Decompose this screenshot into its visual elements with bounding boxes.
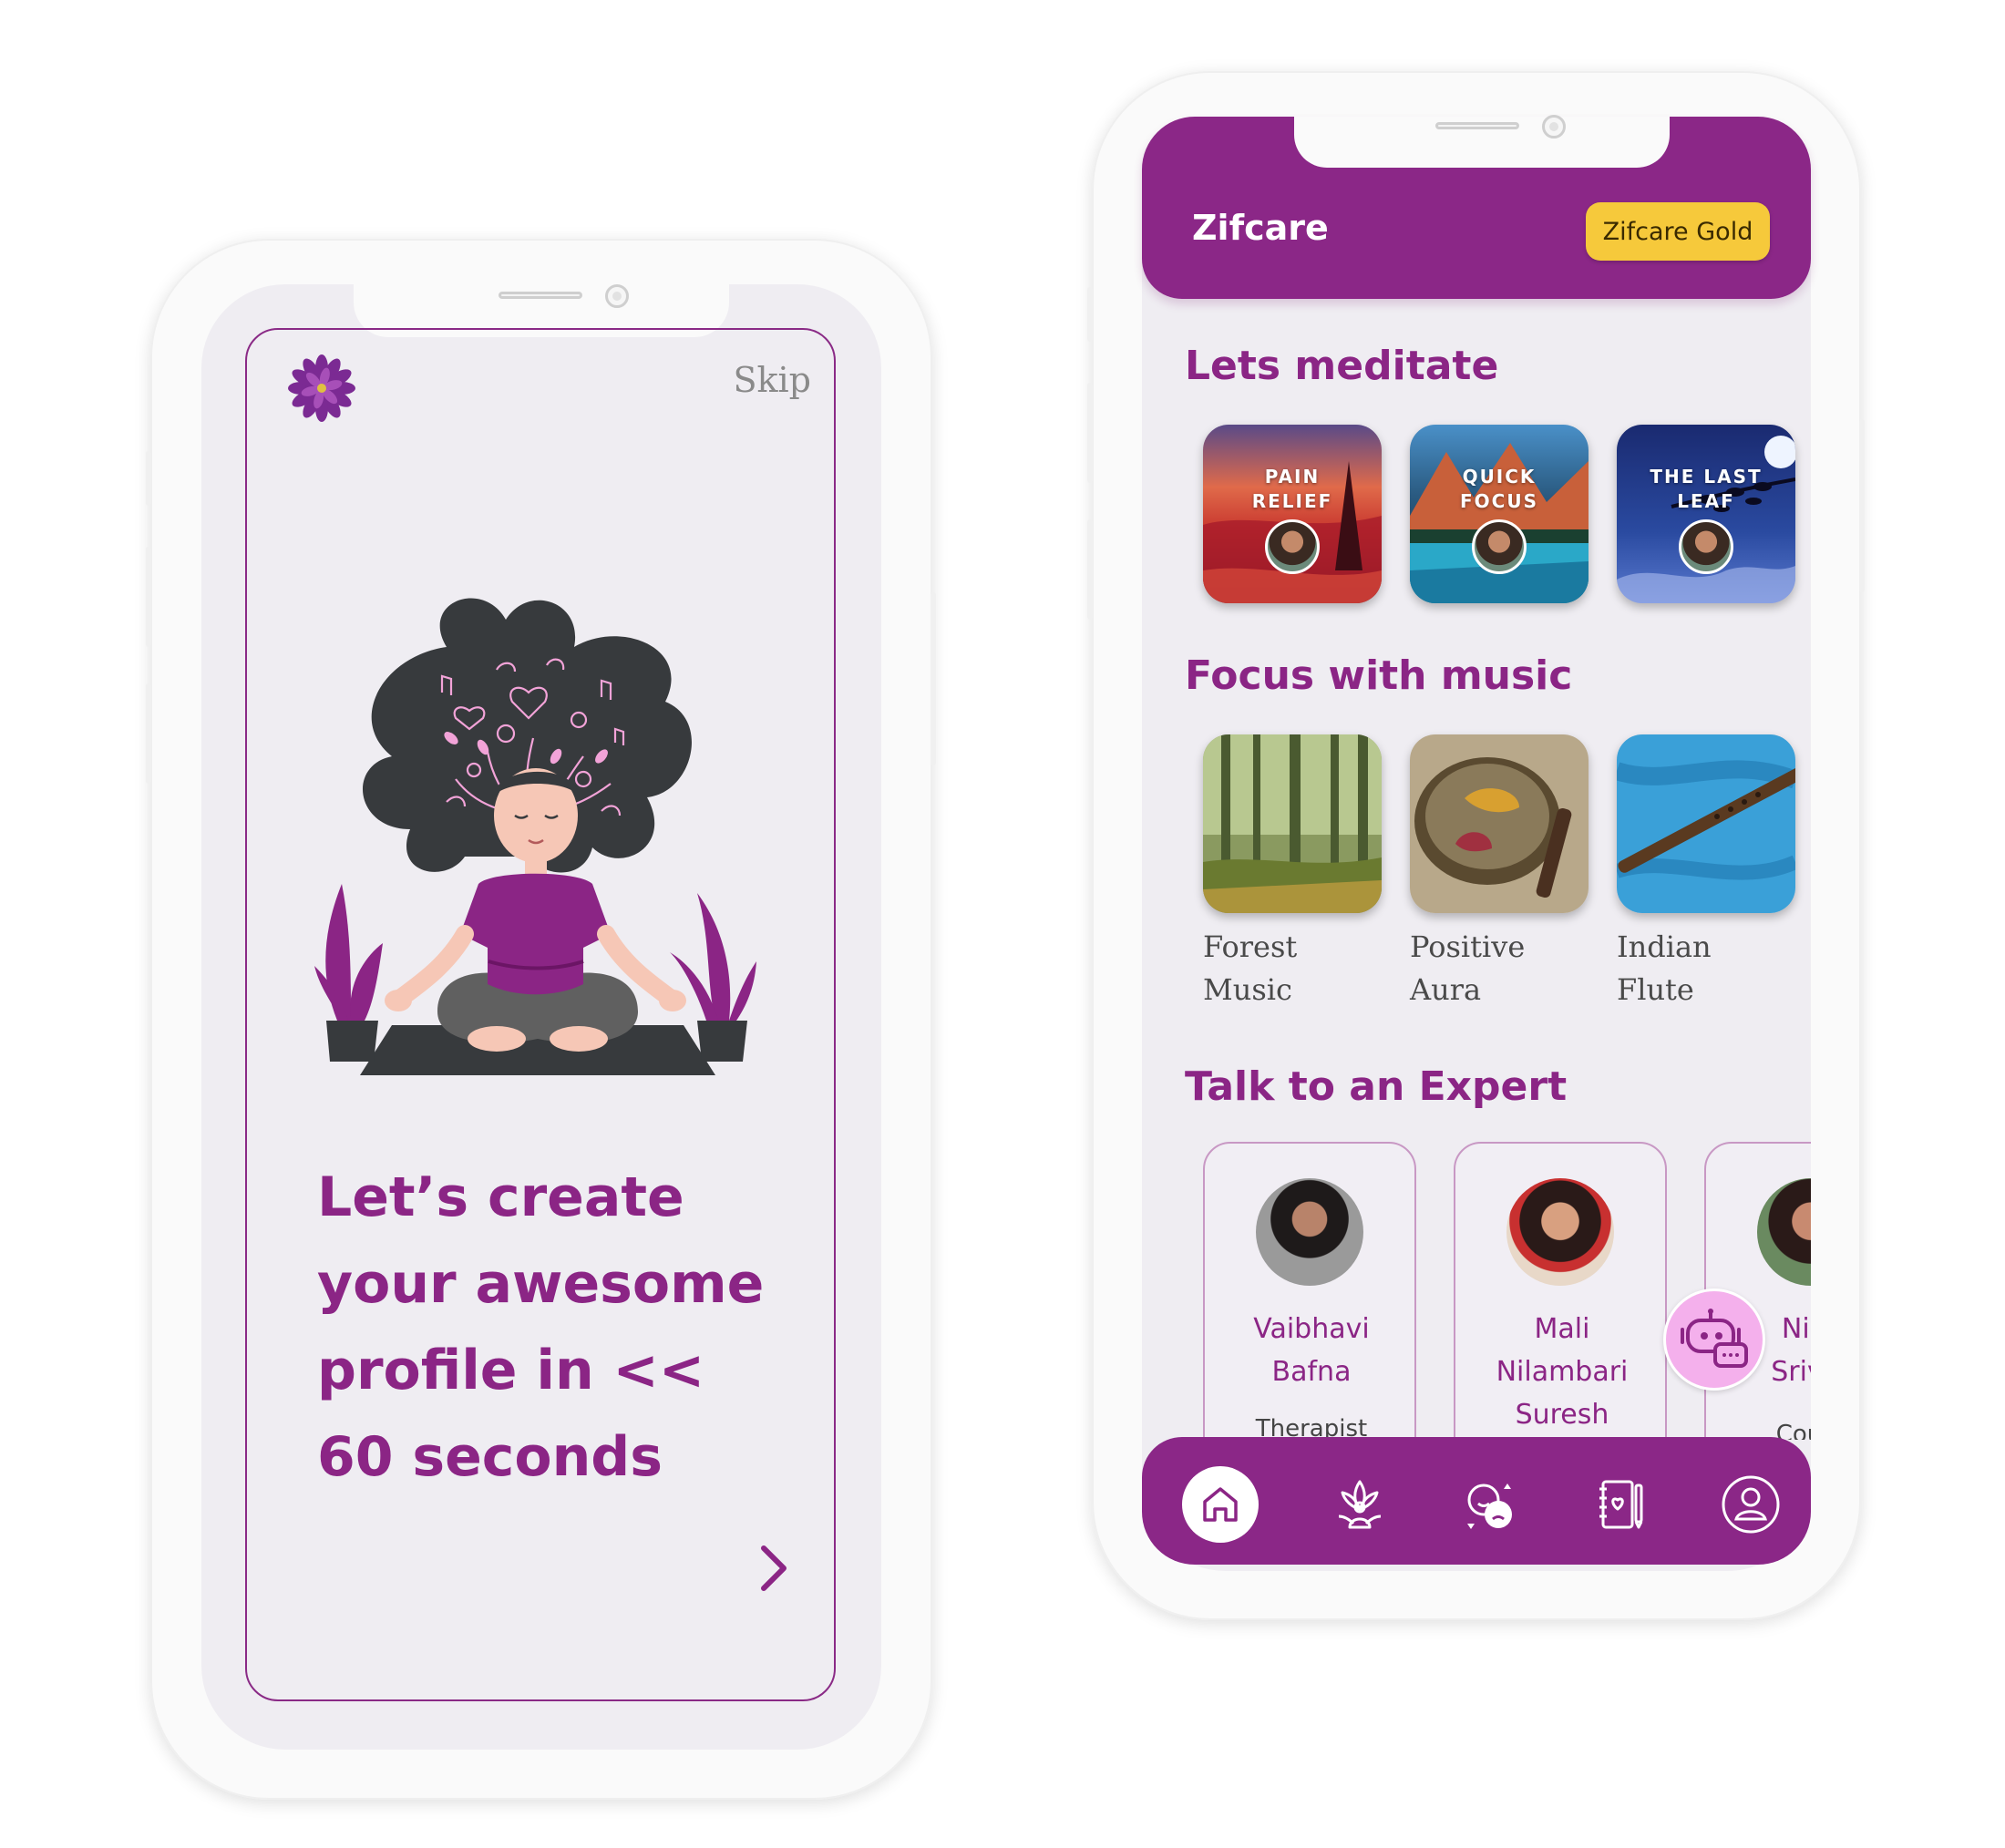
- phone-side-button: [1087, 287, 1093, 342]
- meditation-card[interactable]: QUICK FOCUS: [1410, 425, 1589, 603]
- expert-name: Vaibhavi Bafna: [1205, 1308, 1418, 1393]
- phone-side-button: [146, 547, 151, 647]
- expert-name-line: Suresh: [1515, 1399, 1609, 1431]
- music-card-flute[interactable]: [1617, 734, 1795, 913]
- music-title-line: Positive: [1410, 929, 1526, 964]
- purple-flower-logo: [288, 354, 355, 422]
- expert-card[interactable]: Vaibhavi Bafna Therapist: [1203, 1142, 1416, 1440]
- meditation-card[interactable]: THE LAST LEAF: [1617, 425, 1795, 603]
- avatar: [1679, 519, 1733, 574]
- nav-mood[interactable]: [1452, 1466, 1528, 1543]
- meditating-woman-illustration: [314, 598, 756, 1075]
- music-title-line: Music: [1203, 972, 1292, 1007]
- flute-image: [1617, 734, 1795, 913]
- music-card-forest[interactable]: [1203, 734, 1382, 913]
- music-title: Forest Music: [1203, 926, 1382, 1011]
- avatar: [1506, 1178, 1614, 1286]
- phone-camera: [1542, 115, 1566, 139]
- avatar: [1757, 1178, 1811, 1286]
- quick-focus-image: [1410, 425, 1589, 603]
- phone-side-button: [1087, 519, 1093, 620]
- music-title-line: Forest: [1203, 929, 1298, 964]
- expert-role: Therapist: [1255, 1415, 1368, 1440]
- phone-side-button: [1859, 419, 1865, 592]
- expert-carousel[interactable]: Vaibhavi Bafna Therapist Mali Nilambari …: [1142, 1130, 1811, 1440]
- chatbot-icon: [1681, 1309, 1748, 1368]
- expert-card[interactable]: Mali Nilambari Suresh: [1454, 1142, 1667, 1440]
- phone-side-button: [931, 592, 936, 765]
- pain-relief-image: [1203, 425, 1382, 603]
- section-title-meditate: Lets meditate: [1185, 343, 1499, 389]
- phone-speaker: [499, 292, 582, 299]
- expert-name-line: Bafna: [1271, 1356, 1352, 1388]
- nav-home[interactable]: [1182, 1466, 1259, 1543]
- onboarding-headline: Let’s create your awesome profile in << …: [317, 1155, 791, 1501]
- chatbot-button[interactable]: [1663, 1288, 1765, 1391]
- music-title: Positive Aura: [1410, 926, 1589, 1011]
- phone-camera: [605, 284, 629, 308]
- card-title: THE LAST LEAF: [1617, 465, 1795, 514]
- section-title-music: Focus with music: [1185, 652, 1573, 699]
- music-card-aura[interactable]: [1410, 734, 1589, 913]
- meditation-card[interactable]: PAIN RELIEF: [1203, 425, 1382, 603]
- music-title-line: Indian Flute: [1617, 929, 1712, 1007]
- zifcare-gold-button[interactable]: Zifcare Gold: [1586, 202, 1770, 261]
- expert-name-line: Srivas: [1771, 1356, 1811, 1388]
- expert-name-line: Mali: [1534, 1313, 1590, 1345]
- phone-speaker: [1435, 122, 1519, 129]
- headline-line: Let’s create: [317, 1165, 684, 1229]
- expert-name-line: Nilambari: [1496, 1356, 1629, 1388]
- card-title-line: FOCUS: [1460, 490, 1538, 512]
- profile-icon: [1722, 1475, 1780, 1534]
- avatar: [1256, 1178, 1363, 1286]
- card-title-line: LEAF: [1677, 490, 1735, 512]
- music-title-line: Aura: [1410, 972, 1482, 1007]
- nav-meditate[interactable]: [1321, 1466, 1398, 1543]
- forest-image: [1203, 734, 1382, 913]
- the-last-leaf-image: [1617, 425, 1795, 603]
- music-title: Indian Flute: [1617, 926, 1795, 1011]
- card-title-line: RELIEF: [1251, 490, 1333, 512]
- headline-line: profile in <<: [317, 1339, 705, 1402]
- avatar: [1265, 519, 1320, 574]
- headline-line: your awesome: [317, 1252, 765, 1316]
- expert-name: Mali Nilambari Suresh: [1455, 1308, 1669, 1436]
- singing-bowl-image: [1410, 734, 1589, 913]
- mood-icon: [1467, 1484, 1512, 1529]
- nav-journal[interactable]: [1582, 1466, 1659, 1543]
- expert-name-line: Vaibhavi: [1253, 1313, 1370, 1345]
- card-title-line: PAIN: [1264, 466, 1321, 488]
- nav-profile[interactable]: [1712, 1466, 1789, 1543]
- phone-side-button: [146, 451, 151, 506]
- home-icon: [1203, 1487, 1238, 1522]
- phone-side-button: [146, 683, 151, 784]
- skip-button[interactable]: Skip: [702, 360, 811, 400]
- section-title-expert: Talk to an Expert: [1185, 1063, 1568, 1110]
- headline-line: 60 seconds: [317, 1425, 663, 1489]
- card-title-line: QUICK: [1462, 466, 1537, 488]
- app-title: Zifcare: [1192, 208, 1329, 248]
- card-title: QUICK FOCUS: [1410, 465, 1589, 514]
- lotus-meditation-icon: [1338, 1480, 1382, 1529]
- chevron-right-icon[interactable]: [756, 1543, 793, 1594]
- card-title-line: THE LAST: [1650, 466, 1763, 488]
- avatar: [1472, 519, 1527, 574]
- expert-name-line: Niha: [1781, 1313, 1811, 1345]
- phone-side-button: [1087, 383, 1093, 483]
- journal-icon: [1599, 1480, 1643, 1529]
- card-title: PAIN RELIEF: [1203, 465, 1382, 514]
